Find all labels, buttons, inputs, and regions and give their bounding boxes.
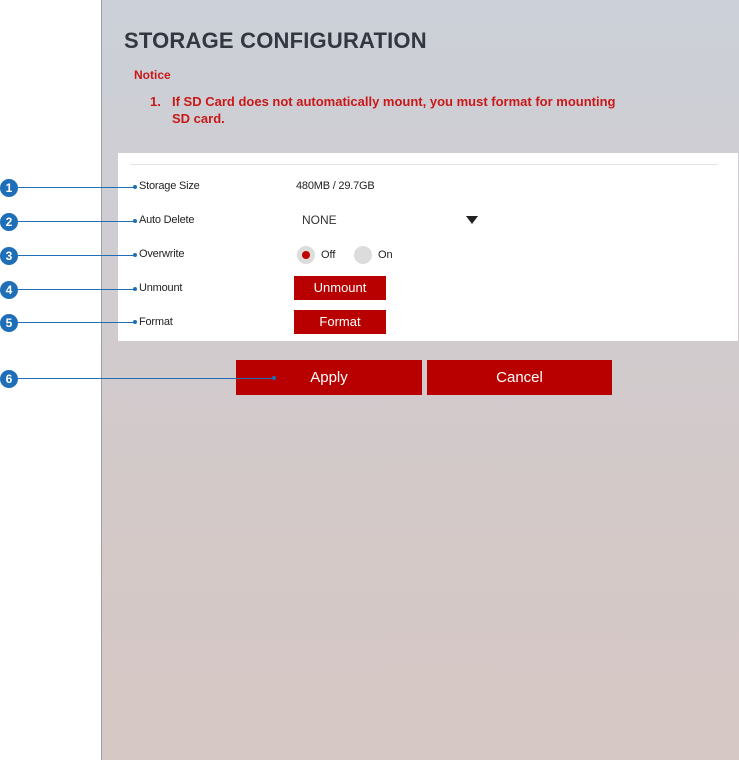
format-label: Format: [139, 316, 173, 328]
unmount-label: Unmount: [139, 282, 183, 294]
auto-delete-selected-value: NONE: [302, 213, 337, 227]
callout-5-dot: [133, 320, 137, 324]
callout-5-leader: [18, 322, 135, 323]
notice-label: Notice: [134, 68, 171, 82]
overwrite-label: Overwrite: [139, 248, 185, 260]
callout-4-icon: 4: [0, 281, 18, 299]
notice-line-1: If SD Card does not automatically mount,…: [172, 94, 616, 109]
auto-delete-label: Auto Delete: [139, 214, 195, 226]
callout-6-dot: [272, 376, 276, 380]
callout-1-icon: 1: [0, 179, 18, 197]
storage-size-label: Storage Size: [139, 180, 200, 192]
overwrite-on-label: On: [378, 249, 393, 261]
callout-1-dot: [133, 185, 137, 189]
unmount-button[interactable]: Unmount: [294, 276, 386, 300]
card-divider: [130, 164, 718, 165]
callout-3-leader: [18, 255, 135, 256]
notice-text: 1. If SD Card does not automatically moun…: [150, 93, 722, 127]
callout-1-leader: [18, 187, 135, 188]
callout-2-icon: 2: [0, 213, 18, 231]
overwrite-off-label: Off: [321, 249, 336, 261]
callout-2-dot: [133, 219, 137, 223]
overwrite-off-radio[interactable]: [297, 246, 315, 264]
callout-3-dot: [133, 253, 137, 257]
page-title: STORAGE CONFIGURATION: [124, 28, 427, 53]
notice-line-2: SD card.: [172, 111, 225, 126]
callout-2-leader: [18, 221, 135, 222]
dropdown-arrow-icon: [466, 216, 478, 224]
storage-size-value: 480MB / 29.7GB: [296, 180, 375, 192]
cancel-button[interactable]: Cancel: [427, 360, 612, 395]
callout-4-dot: [133, 287, 137, 291]
radio-selected-dot-icon: [302, 251, 310, 259]
callout-5-icon: 5: [0, 314, 18, 332]
auto-delete-select[interactable]: NONE: [294, 207, 484, 233]
settings-card: [118, 153, 738, 341]
callout-6-leader: [18, 378, 274, 379]
callout-6-icon: 6: [0, 370, 18, 388]
callout-4-leader: [18, 289, 135, 290]
callout-3-icon: 3: [0, 247, 18, 265]
format-button[interactable]: Format: [294, 310, 386, 334]
notice-number: 1.: [150, 94, 161, 109]
overwrite-on-radio[interactable]: [354, 246, 372, 264]
